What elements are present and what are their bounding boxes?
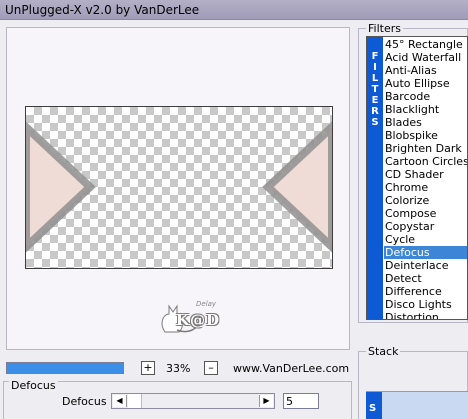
filter-item[interactable]: Blades [384,116,467,129]
credit-link[interactable]: www.VanDerLee.com [233,362,349,375]
filter-item[interactable]: Blacklight [384,103,467,116]
right-triangle [262,121,332,253]
filter-item[interactable]: Compose [384,207,467,220]
zoom-value: 33% [166,362,191,375]
filter-item[interactable]: Barcode [384,90,467,103]
title-bar[interactable]: UnPlugged-X v2.0 by VanDerLee [0,0,468,20]
filters-stripe: FILTERS [367,37,383,319]
stack-stripe: S [366,392,382,419]
left-triangle [26,121,96,253]
slider-thumb[interactable] [128,394,142,408]
kad-logo: Delay K@D [155,294,225,338]
filter-item[interactable]: Distortion [384,311,467,319]
filter-item[interactable]: Anti-Alias [384,64,467,77]
filter-item[interactable]: Difference [384,285,467,298]
filter-list[interactable]: 45° Rectangle Acid Waterfall Anti-Alias Aut… [384,38,467,319]
filter-item[interactable]: Auto Ellipse [384,77,467,90]
stack-stripe-letter: S [369,403,377,414]
logo-small-text: Delay [196,300,217,308]
filter-item[interactable]: Detect [384,272,467,285]
filter-item[interactable]: Colorize [384,194,467,207]
zoom-out-button[interactable]: – [204,361,218,375]
filters-stripe-letter: F [371,51,379,62]
filters-listbox[interactable]: FILTERS 45° Rectangle Acid Waterfall Anti-… [366,36,468,320]
slider-right-arrow-icon[interactable]: ▶ [259,395,273,407]
filter-item[interactable]: Chrome [384,181,467,194]
stack-title: Stack [366,345,401,358]
logo-text: K@D [176,311,221,329]
stack-listbox[interactable]: S [366,391,468,419]
zoom-in-button[interactable]: + [141,361,155,375]
filters-title: Filters [366,22,403,35]
filter-item[interactable]: 45° Rectangle [384,38,467,51]
defocus-label: Defocus [62,395,107,408]
filter-item[interactable]: Blobspike [384,129,467,142]
filters-stripe-letter: L [371,73,379,84]
filter-item[interactable]: Acid Waterfall [384,51,467,64]
filter-item[interactable]: Cartoon Circles [384,155,467,168]
filter-item[interactable]: CD Shader [384,168,467,181]
progress-bar [6,362,124,374]
preview-canvas[interactable] [25,106,333,269]
slider-left-arrow-icon[interactable]: ◀ [113,395,127,407]
filter-item[interactable]: Copystar [384,220,467,233]
preview-panel: Delay K@D [6,27,350,350]
filters-stripe-letter: S [371,117,379,128]
parameter-group-title: Defocus [9,379,58,392]
preview-image [26,121,332,253]
defocus-value-input[interactable] [283,393,319,409]
window-title: UnPlugged-X v2.0 by VanDerLee [5,3,200,17]
filter-item[interactable]: Defocus [384,246,467,259]
filters-stripe-letter: T [371,84,379,95]
filters-stripe-letter: E [371,95,379,106]
filters-stripe-letter: R [371,106,379,117]
filter-item[interactable]: Brighten Dark [384,142,467,155]
filter-item[interactable]: Deinterlace [384,259,467,272]
progress-fill [7,363,123,373]
filter-item[interactable]: Disco Lights [384,298,467,311]
filter-item[interactable]: Cycle [384,233,467,246]
filters-stripe-letter: I [373,62,377,73]
defocus-slider[interactable]: ◀ ▶ [111,393,275,409]
